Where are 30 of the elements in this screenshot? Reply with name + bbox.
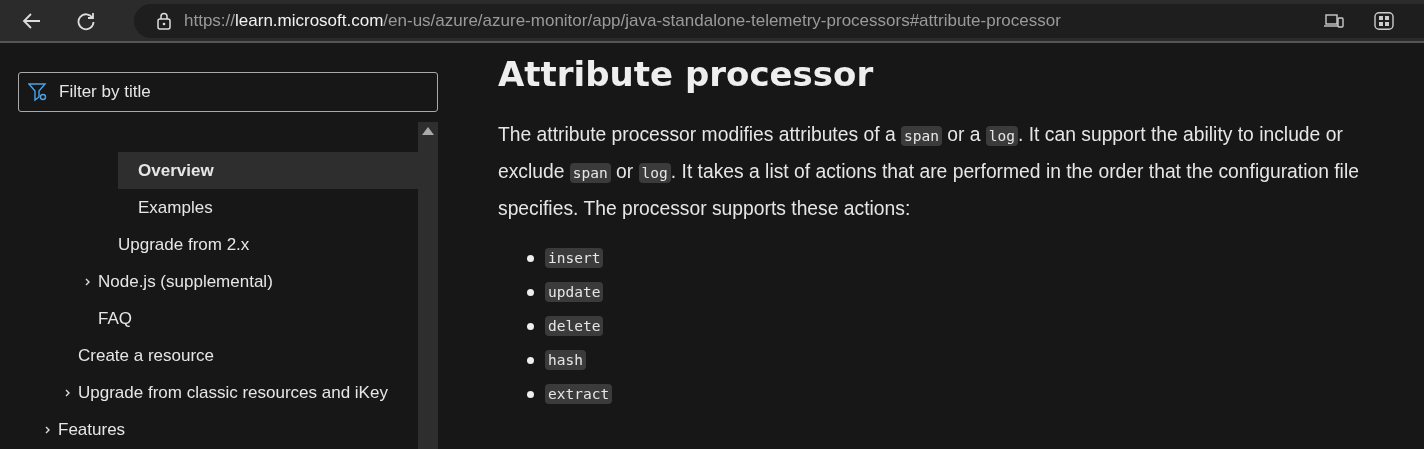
lock-icon xyxy=(156,11,172,30)
article-heading: Attribute processor xyxy=(498,53,875,96)
extensions-icon[interactable] xyxy=(1374,11,1394,30)
inline-code: update xyxy=(545,282,604,302)
tree-item[interactable]: Node.js (supplemental) xyxy=(98,271,273,292)
address-bar[interactable]: https://learn.microsoft.com/en-us/azure/azure-monitor/app/java-standalone-telemetry-processors#attribute-processor xyxy=(134,3,1424,38)
tree-item[interactable]: FAQ xyxy=(98,308,132,329)
tree-item[interactable]: Upgrade from classic resources and iKey xyxy=(78,382,388,403)
inline-code: hash xyxy=(545,350,586,370)
bullet-icon xyxy=(527,390,534,398)
bullet-icon xyxy=(527,356,534,364)
bullet-icon xyxy=(527,288,534,296)
tree-item[interactable]: Create a resource xyxy=(78,345,215,366)
inline-code: delete xyxy=(545,316,604,336)
tree-item[interactable]: Examples xyxy=(138,197,213,218)
refresh-icon[interactable] xyxy=(76,10,96,31)
bullet-icon xyxy=(527,254,534,262)
tree-item[interactable]: Overview xyxy=(118,152,418,189)
filter-icon xyxy=(28,82,48,102)
paragraph: The attribute processor modifies attributes of a span or a log. It can support the ability to include or exclude span or log. It takes a list of actions that are performed in the order that the configuration file specifies. The processor supports these actions: xyxy=(498,123,1360,221)
device-icon[interactable] xyxy=(1324,11,1344,30)
inline-code: extract xyxy=(545,384,613,404)
inline-code: insert xyxy=(545,248,604,268)
scrollbar[interactable] xyxy=(418,122,438,449)
tree-item[interactable]: Upgrade from 2.x xyxy=(118,234,250,255)
back-icon[interactable] xyxy=(22,10,42,31)
scroll-up-icon[interactable] xyxy=(422,126,434,135)
bullet-icon xyxy=(527,322,534,330)
filter-field[interactable]: Filter by title xyxy=(18,72,438,112)
tree-item[interactable]: Features xyxy=(58,419,126,440)
